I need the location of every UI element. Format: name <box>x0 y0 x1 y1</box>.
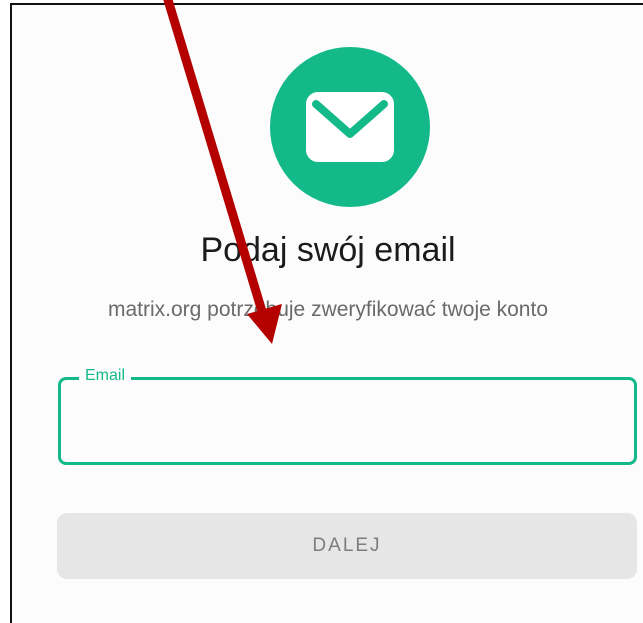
next-button[interactable]: DALEJ <box>57 513 637 579</box>
email-field-label: Email <box>79 367 132 385</box>
email-input[interactable] <box>75 402 619 444</box>
app-icon-circle <box>270 47 430 207</box>
page-title: Podaj swój email <box>200 231 456 269</box>
screen-frame: Podaj swój email matrix.org potrzebuje z… <box>10 3 643 623</box>
email-field[interactable]: Email <box>58 367 637 465</box>
page-subtitle: matrix.org potrzebuje zweryfikować twoje… <box>107 298 548 321</box>
envelope-icon <box>306 92 394 162</box>
